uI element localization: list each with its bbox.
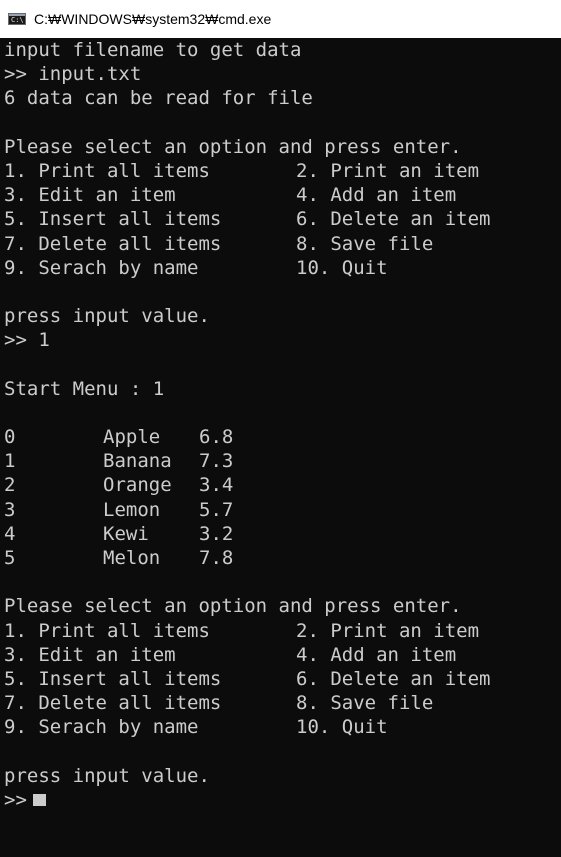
menu-option: 8. Save file bbox=[296, 692, 434, 715]
menu-option: 4. Add an item bbox=[296, 184, 457, 207]
item-value: 7.8 bbox=[199, 546, 234, 569]
item-row: 0 Apple 6.8 bbox=[4, 425, 561, 449]
menu-option: 1. Print all items bbox=[4, 159, 210, 182]
menu-row: 9. Serach by name 10. Quit bbox=[4, 715, 561, 739]
menu-option: 9. Serach by name bbox=[4, 256, 199, 279]
menu-option: 4. Add an item bbox=[296, 643, 457, 666]
console-output[interactable]: input filename to get data >> input.txt … bbox=[0, 38, 561, 857]
input-entry: >> bbox=[4, 788, 27, 811]
item-row: 1 Banana 7.3 bbox=[4, 449, 561, 473]
title-bar[interactable]: C:\ C:₩WINDOWS₩system32₩cmd.exe bbox=[0, 0, 561, 38]
item-value: 7.3 bbox=[199, 450, 234, 473]
menu-row: 1. Print all items 2. Print an item bbox=[4, 159, 561, 183]
item-name: Banana bbox=[103, 450, 172, 473]
menu-row: 9. Serach by name 10. Quit bbox=[4, 256, 561, 280]
item-index: 1 bbox=[4, 450, 16, 473]
item-name: Orange bbox=[103, 474, 172, 497]
cmd-window: C:\ C:₩WINDOWS₩system32₩cmd.exe input fi… bbox=[0, 0, 561, 857]
start-menu-line: Start Menu : 1 bbox=[4, 377, 165, 400]
console-line: input filename to get data bbox=[4, 39, 302, 61]
item-row: 5 Melon 7.8 bbox=[4, 546, 561, 570]
menu-option: 7. Delete all items bbox=[4, 232, 222, 255]
menu-option: 2. Print an item bbox=[296, 619, 480, 642]
menu-option: 6. Delete an item bbox=[296, 208, 491, 231]
menu-option: 9. Serach by name bbox=[4, 716, 199, 739]
item-row: 2 Orange 3.4 bbox=[4, 473, 561, 497]
item-index: 5 bbox=[4, 546, 16, 569]
item-value: 5.7 bbox=[199, 498, 234, 521]
menu-row: 5. Insert all items 6. Delete an item bbox=[4, 207, 561, 231]
menu-option: 6. Delete an item bbox=[296, 667, 491, 690]
input-entry: >> 1 bbox=[4, 329, 50, 352]
item-value: 3.4 bbox=[199, 474, 234, 497]
menu-option: 3. Edit an item bbox=[4, 643, 176, 666]
menu-option: 3. Edit an item bbox=[4, 184, 176, 207]
menu-header: Please select an option and press enter. bbox=[4, 135, 462, 158]
item-name: Lemon bbox=[103, 498, 161, 521]
menu-row: 1. Print all items 2. Print an item bbox=[4, 619, 561, 643]
input-prompt: press input value. bbox=[4, 305, 210, 328]
text-cursor bbox=[32, 793, 46, 806]
item-value: 3.2 bbox=[199, 522, 234, 545]
cmd-icon: C:\ bbox=[8, 13, 26, 25]
item-name: Melon bbox=[103, 546, 161, 569]
menu-option: 5. Insert all items bbox=[4, 208, 222, 231]
menu-row: 5. Insert all items 6. Delete an item bbox=[4, 667, 561, 691]
console-line: 6 data can be read for file bbox=[4, 87, 313, 110]
menu-option: 5. Insert all items bbox=[4, 667, 222, 690]
menu-option: 2. Print an item bbox=[296, 159, 480, 182]
menu-row: 7. Delete all items 8. Save file bbox=[4, 232, 561, 256]
console-line: >> input.txt bbox=[4, 63, 142, 86]
input-prompt: press input value. bbox=[4, 764, 210, 787]
menu-option: 10. Quit bbox=[296, 716, 388, 739]
menu-option: 7. Delete all items bbox=[4, 692, 222, 715]
item-index: 3 bbox=[4, 498, 16, 521]
menu-option: 1. Print all items bbox=[4, 619, 210, 642]
menu-row: 3. Edit an item 4. Add an item bbox=[4, 183, 561, 207]
item-name: Apple bbox=[103, 426, 161, 448]
item-name: Kewi bbox=[103, 522, 149, 545]
menu-option: 8. Save file bbox=[296, 232, 434, 255]
item-value: 6.8 bbox=[199, 426, 234, 448]
menu-header: Please select an option and press enter. bbox=[4, 595, 462, 618]
window-title: C:₩WINDOWS₩system32₩cmd.exe bbox=[34, 11, 272, 27]
menu-row: 3. Edit an item 4. Add an item bbox=[4, 643, 561, 667]
input-entry-line[interactable]: >> bbox=[4, 788, 561, 812]
menu-option: 10. Quit bbox=[296, 256, 388, 279]
cmd-icon-label: C:\ bbox=[11, 16, 24, 24]
menu-row: 7. Delete all items 8. Save file bbox=[4, 691, 561, 715]
item-index: 2 bbox=[4, 474, 16, 497]
item-index: 4 bbox=[4, 522, 16, 545]
item-row: 3 Lemon 5.7 bbox=[4, 498, 561, 522]
item-index: 0 bbox=[4, 426, 16, 448]
item-row: 4 Kewi 3.2 bbox=[4, 522, 561, 546]
